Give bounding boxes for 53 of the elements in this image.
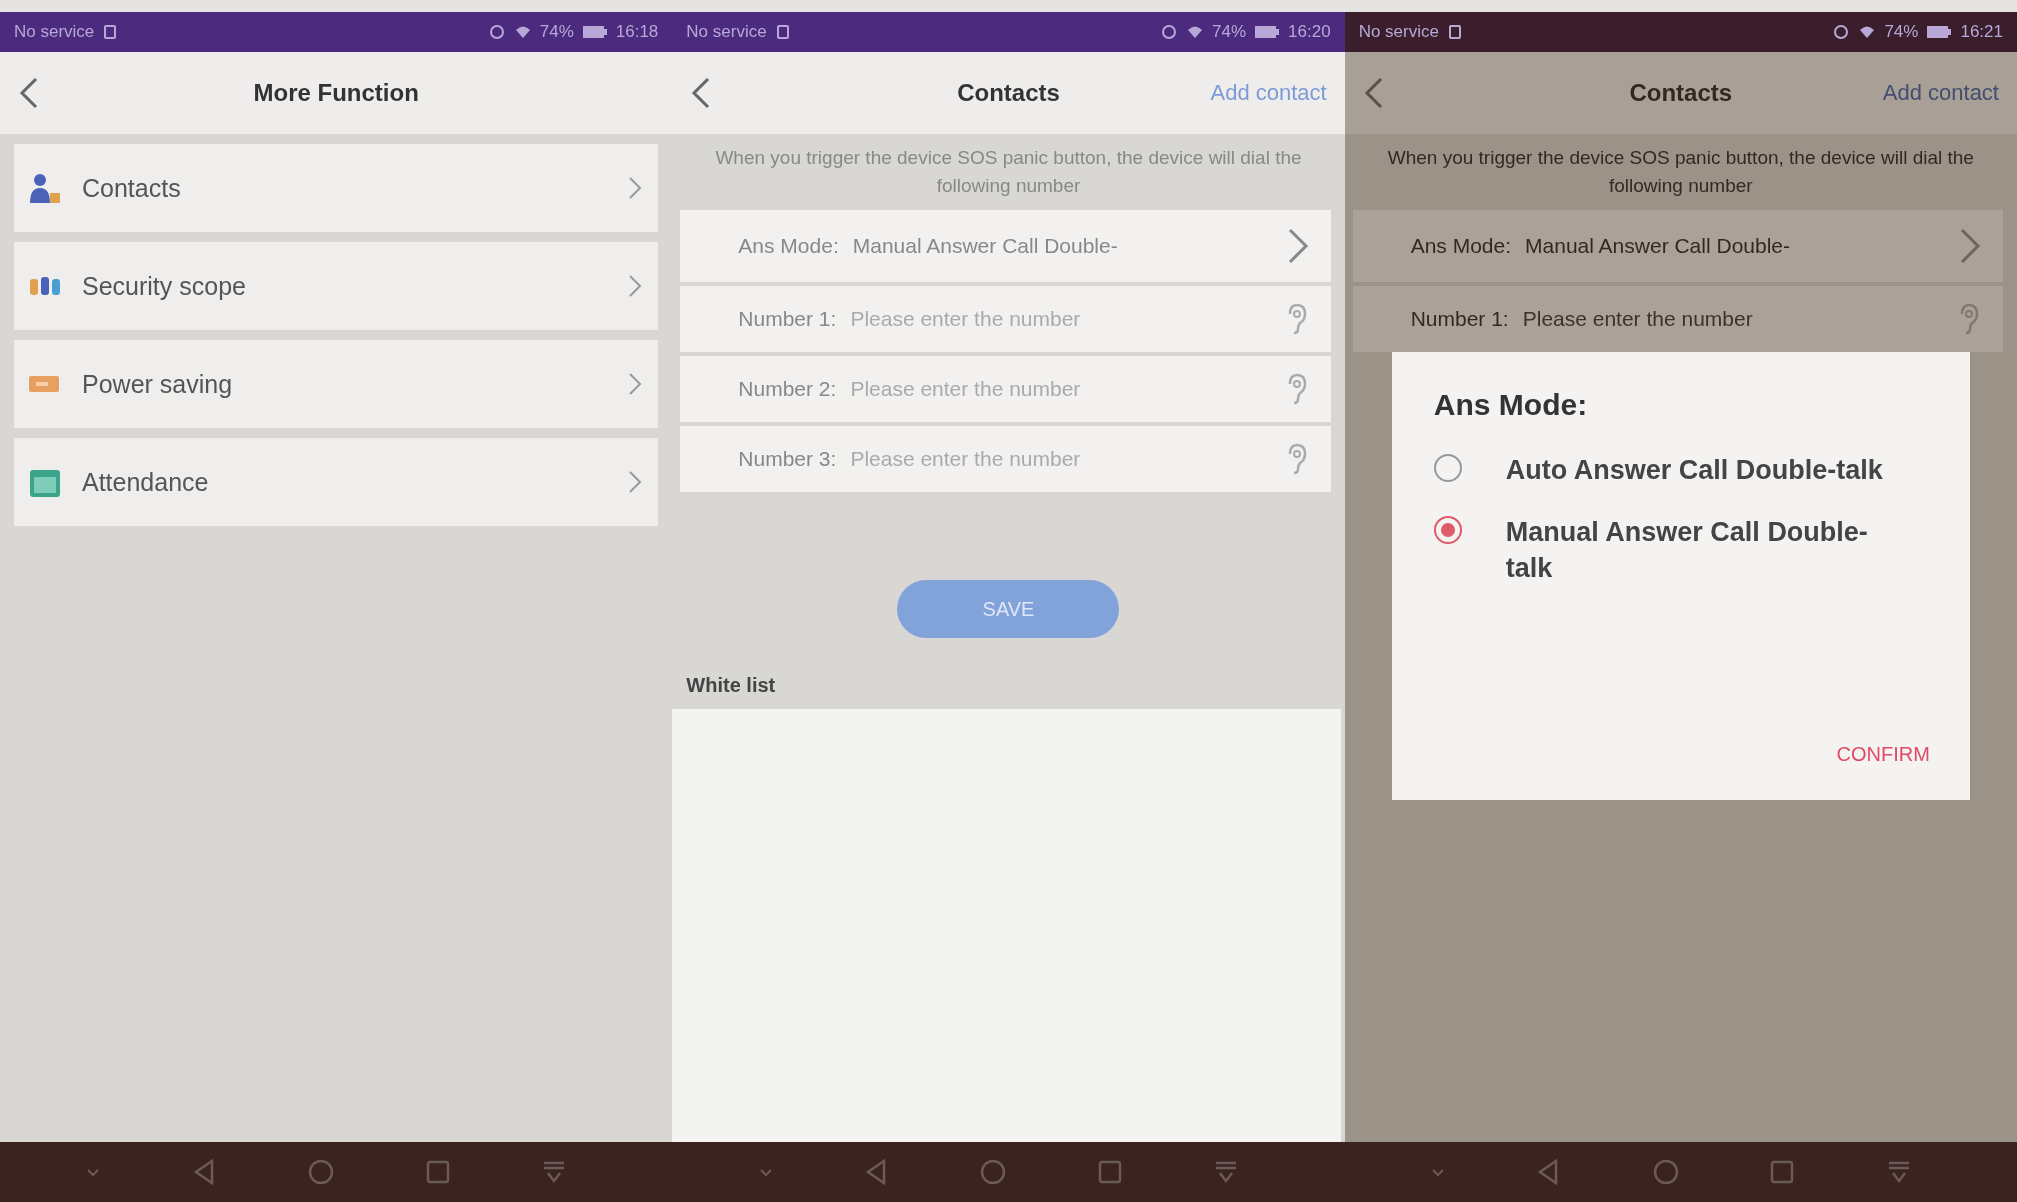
ans-mode-label: Ans Mode: (738, 234, 839, 258)
screen-title: Contacts (957, 79, 1060, 107)
battery-percent: 74% (539, 22, 574, 42)
chevron-right-icon (628, 274, 643, 298)
menu-item[interactable]: Power saving (14, 340, 659, 428)
chevron-right-icon (628, 470, 643, 494)
sim-icon (1446, 24, 1463, 40)
chevron-right-icon (1286, 227, 1309, 265)
back-icon[interactable] (1362, 76, 1385, 110)
carrier-text: No service (1358, 22, 1439, 42)
back-icon[interactable] (18, 76, 40, 110)
confirm-button[interactable]: CONFIRM (1836, 739, 1930, 770)
notice-text: When you trigger the device SOS panic button, the device will dial the following number (714, 146, 1303, 198)
chevron-right-icon (628, 372, 643, 396)
number-input-field[interactable]: Please enter the number (850, 447, 1271, 471)
option-label[interactable]: Manual Answer Call Double-talk (1505, 514, 1896, 586)
number-label: Number 1: (1410, 307, 1509, 331)
screen-title: Contacts (1629, 79, 1733, 107)
option-label[interactable]: Auto Answer Call Double-talk (1505, 452, 1883, 488)
battery-percent: 74% (1884, 22, 1919, 42)
screen-title: More Function (253, 79, 419, 107)
number-label: Number 2: (738, 377, 837, 401)
notice-text: When you trigger the device SOS panic button, the device will dial the following number (1386, 146, 1975, 198)
battery-icon (1926, 25, 1953, 39)
clock-time: 16:21 (1960, 22, 2003, 42)
chevron-right-icon (1959, 227, 1981, 265)
radio-button[interactable] (1433, 516, 1462, 544)
clock-time: 16:18 (615, 22, 659, 42)
sim-icon (774, 24, 791, 40)
ans-mode-row[interactable]: Ans Mode: Manual Answer Call Double- (1352, 210, 2003, 282)
number-label: Number 1: (738, 307, 837, 331)
number-label: Number 3: (738, 447, 837, 471)
carrier-text: No service (686, 22, 767, 42)
clock-time: 16:20 (1288, 22, 1331, 42)
number-input-field[interactable]: Please enter the number (850, 307, 1271, 331)
sim-icon (102, 24, 119, 40)
battery-icon (581, 25, 608, 39)
chevron-right-icon (628, 176, 643, 200)
list-heading: White list (685, 673, 777, 698)
menu-item[interactable]: Security scope (14, 242, 659, 330)
dialog-title: Ans Mode: (1433, 388, 1589, 422)
number-input-field[interactable]: Please enter the number (1522, 307, 1943, 331)
person-icon (28, 171, 62, 205)
carrier-text: No service (14, 22, 95, 42)
ans-mode-label: Ans Mode: (1410, 234, 1512, 258)
radio-button[interactable] (1433, 454, 1462, 482)
battery-percent: 74% (1212, 22, 1247, 42)
battery-icon (1254, 25, 1281, 39)
ans-mode-value: Manual Answer Call Double- (852, 234, 1119, 258)
menu-item[interactable]: Contacts (14, 144, 659, 232)
ans-mode-value: Manual Answer Call Double- (1525, 234, 1791, 258)
menu-item[interactable]: Attendance (14, 438, 659, 526)
number-input-field[interactable]: Please enter the number (850, 377, 1271, 401)
